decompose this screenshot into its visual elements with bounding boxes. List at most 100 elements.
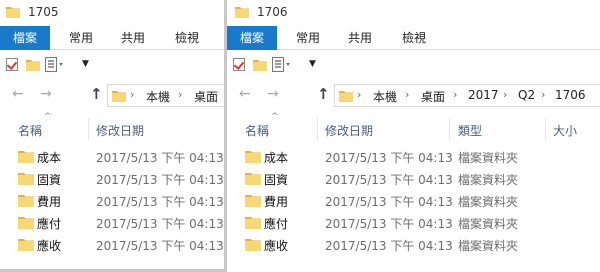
tab-home[interactable]: 常用 — [285, 26, 331, 50]
item-name: 應收 — [37, 239, 62, 253]
item-date: 2017/5/13 下午 04:13 — [96, 173, 224, 187]
item-name: 固資 — [37, 173, 62, 187]
chevron-right-icon[interactable]: › — [541, 88, 545, 101]
breadcrumb-this-pc[interactable]: 本機 — [146, 88, 170, 105]
file-list: 成本 2017/5/13 下午 04:13 固資 2017/5/13 下午 04… — [0, 146, 224, 256]
properties-checkmark-icon[interactable] — [233, 58, 245, 71]
chevron-right-icon[interactable]: › — [178, 88, 182, 101]
folder-icon — [339, 91, 353, 102]
address-bar[interactable]: › 本機 › 桌面 — [107, 84, 224, 107]
folder-icon — [112, 91, 126, 102]
item-date: 2017/5/13 下午 04:13 — [325, 195, 453, 209]
customize-toolbar-icon[interactable]: ▼ — [82, 59, 89, 69]
ribbon-tabs: 檔案 常用 共用 檢視 — [227, 26, 600, 50]
back-arrow-icon[interactable]: ← — [239, 86, 251, 102]
folder-icon — [245, 239, 261, 251]
list-item[interactable]: 應收 2017/5/13 下午 04:13 檔案資料夾 — [227, 234, 600, 256]
column-divider[interactable] — [545, 118, 546, 140]
ribbon-tabs: 檔案 常用 共用 檢視 — [0, 26, 224, 50]
sort-ascending-icon: ^ — [271, 112, 279, 122]
list-item[interactable]: 應付 2017/5/13 下午 04:13 — [0, 212, 224, 234]
column-name[interactable]: 名稱 — [245, 122, 269, 139]
column-date-modified[interactable]: 修改日期 — [96, 122, 144, 139]
folder-icon — [245, 195, 261, 207]
list-item[interactable]: 成本 2017/5/13 下午 04:13 — [0, 146, 224, 168]
chevron-right-icon[interactable]: › — [405, 88, 409, 101]
list-item[interactable]: 費用 2017/5/13 下午 04:13 檔案資料夾 — [227, 190, 600, 212]
properties-icon[interactable] — [272, 57, 292, 72]
folder-icon — [245, 217, 261, 229]
column-divider[interactable] — [449, 118, 450, 140]
item-date: 2017/5/13 下午 04:13 — [96, 217, 224, 231]
list-item[interactable]: 成本 2017/5/13 下午 04:13 檔案資料夾 — [227, 146, 600, 168]
item-date: 2017/5/13 下午 04:13 — [325, 173, 453, 187]
column-type[interactable]: 類型 — [458, 122, 482, 139]
column-divider[interactable] — [88, 118, 89, 140]
column-headers: ^ 名稱 修改日期 — [0, 112, 224, 144]
list-item[interactable]: 應付 2017/5/13 下午 04:13 檔案資料夾 — [227, 212, 600, 234]
properties-checkmark-icon[interactable] — [6, 58, 18, 71]
new-folder-icon[interactable] — [253, 58, 267, 71]
list-item[interactable]: 固資 2017/5/13 下午 04:13 檔案資料夾 — [227, 168, 600, 190]
up-arrow-icon[interactable]: ↑ — [317, 85, 330, 103]
back-arrow-icon[interactable]: ← — [12, 86, 24, 102]
forward-arrow-icon[interactable]: → — [40, 86, 52, 102]
sort-ascending-icon: ^ — [44, 112, 52, 122]
breadcrumb-desktop[interactable]: 桌面 — [421, 88, 445, 105]
folder-icon — [18, 151, 34, 163]
breadcrumb-1706[interactable]: 1706 — [555, 88, 586, 102]
folder-icon — [245, 173, 261, 185]
tab-home[interactable]: 常用 — [58, 26, 104, 50]
list-item[interactable]: 固資 2017/5/13 下午 04:13 — [0, 168, 224, 190]
customize-toolbar-icon[interactable]: ▼ — [309, 59, 316, 69]
folder-icon — [6, 7, 20, 18]
column-size[interactable]: 大小 — [553, 122, 577, 139]
tab-file[interactable]: 檔案 — [0, 26, 50, 50]
forward-arrow-icon[interactable]: → — [267, 86, 279, 102]
chevron-right-icon[interactable]: › — [357, 88, 361, 101]
title-bar[interactable]: 1706 — [227, 0, 600, 26]
title-bar[interactable]: 1705 — [0, 0, 224, 26]
window-title: 1706 — [257, 5, 288, 19]
folder-icon — [18, 173, 34, 185]
folder-icon — [18, 239, 34, 251]
tab-share[interactable]: 共用 — [337, 26, 383, 50]
item-name: 成本 — [264, 151, 289, 165]
breadcrumb-2017[interactable]: 2017 — [468, 88, 499, 102]
list-item[interactable]: 費用 2017/5/13 下午 04:13 — [0, 190, 224, 212]
properties-icon[interactable] — [45, 57, 65, 72]
list-item[interactable]: 應收 2017/5/13 下午 04:13 — [0, 234, 224, 256]
chevron-right-icon[interactable]: › — [503, 88, 507, 101]
chevron-right-icon[interactable]: › — [130, 88, 134, 101]
breadcrumb-q2[interactable]: Q2 — [518, 88, 535, 102]
item-name: 費用 — [264, 195, 289, 209]
explorer-window-1705: 1705 檔案 常用 共用 檢視 ▼ ← → ↑ › 本機 › 桌面 ^ 名稱 … — [0, 0, 224, 272]
breadcrumb-this-pc[interactable]: 本機 — [373, 88, 397, 105]
item-date: 2017/5/13 下午 04:13 — [325, 239, 453, 253]
address-bar[interactable]: › 本機 › 桌面 › 2017 › Q2 › 1706 — [334, 84, 600, 107]
item-name: 成本 — [37, 151, 62, 165]
quick-access-toolbar: ▼ — [0, 51, 224, 79]
item-name: 應收 — [264, 239, 289, 253]
chevron-right-icon[interactable]: › — [453, 88, 457, 101]
item-date: 2017/5/13 下午 04:13 — [325, 151, 453, 165]
column-divider[interactable] — [317, 118, 318, 140]
navigation-bar: ← → ↑ › 本機 › 桌面 — [0, 80, 224, 110]
column-date-modified[interactable]: 修改日期 — [325, 122, 373, 139]
item-date: 2017/5/13 下午 04:13 — [96, 239, 224, 253]
item-type: 檔案資料夾 — [458, 195, 519, 209]
item-date: 2017/5/13 下午 04:13 — [96, 195, 224, 209]
new-folder-icon[interactable] — [26, 58, 40, 71]
tab-view[interactable]: 檢視 — [164, 26, 210, 50]
folder-icon — [18, 217, 34, 229]
item-type: 檔案資料夾 — [458, 151, 519, 165]
window-title: 1705 — [28, 5, 59, 19]
column-name[interactable]: 名稱 — [18, 122, 42, 139]
tab-view[interactable]: 檢視 — [391, 26, 437, 50]
breadcrumb-desktop[interactable]: 桌面 — [194, 88, 218, 105]
tab-share[interactable]: 共用 — [110, 26, 156, 50]
item-type: 檔案資料夾 — [458, 239, 519, 253]
item-type: 檔案資料夾 — [458, 173, 519, 187]
tab-file[interactable]: 檔案 — [227, 26, 277, 50]
up-arrow-icon[interactable]: ↑ — [90, 85, 103, 103]
